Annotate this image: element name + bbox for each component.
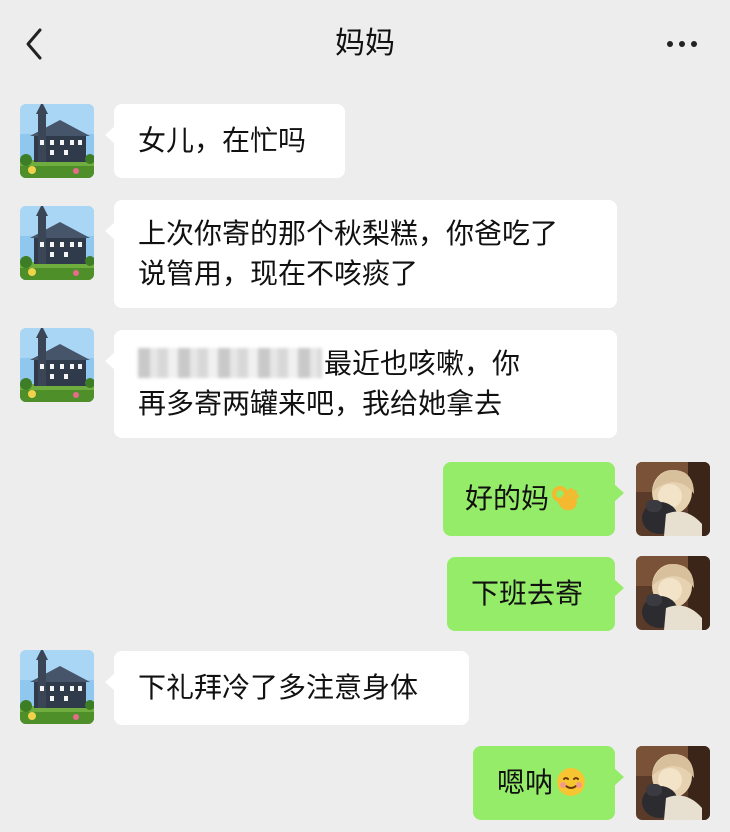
more-options-icon[interactable] [662,24,702,64]
message-bubble-incoming[interactable]: 女儿，在忙吗 [105,104,345,178]
message-text: 好的妈 [465,482,550,515]
user-avatar[interactable] [636,556,710,630]
chat-title: 妈妈 [335,26,395,61]
message-bubble-incoming[interactable]: 下礼拜冷了多注意身体 [105,651,469,725]
message-bubble-outgoing[interactable]: 嗯呐 [473,746,624,820]
mom-avatar[interactable] [20,328,94,402]
message-bubble-outgoing[interactable]: 好的妈 [443,462,624,536]
message-text-line: 上次你寄的那个秋梨糕，你爸吃了 [138,217,559,250]
redacted-text-mosaic [138,348,322,378]
message-bubble-incoming[interactable]: 上次你寄的那个秋梨糕，你爸吃了 说管用，现在不咳痰了 [105,200,617,308]
message-bubble-outgoing[interactable]: 下班去寄 [447,557,624,631]
message-text-line: 再多寄两罐来吧，我给她拿去 [138,387,503,420]
mom-avatar[interactable] [20,650,94,724]
user-avatar[interactable] [636,462,710,536]
message-text: 下礼拜冷了多注意身体 [138,671,419,704]
ok-hand-emoji-icon [551,482,581,525]
message-text: 下班去寄 [471,577,584,610]
message-bubble-incoming[interactable]: 最近也咳嗽，你 再多寄两罐来吧，我给她拿去 [105,330,617,438]
message-text-line: 最近也咳嗽，你 [324,347,521,380]
mom-avatar[interactable] [20,104,94,178]
message-text: 女儿，在忙吗 [138,124,307,157]
mom-avatar[interactable] [20,206,94,280]
message-text-line: 说管用，现在不咳痰了 [138,257,419,290]
chat-header: 妈妈 [0,0,730,88]
message-text: 嗯呐 [497,766,554,799]
user-avatar[interactable] [636,746,710,820]
smiling-face-emoji-icon [555,766,587,809]
